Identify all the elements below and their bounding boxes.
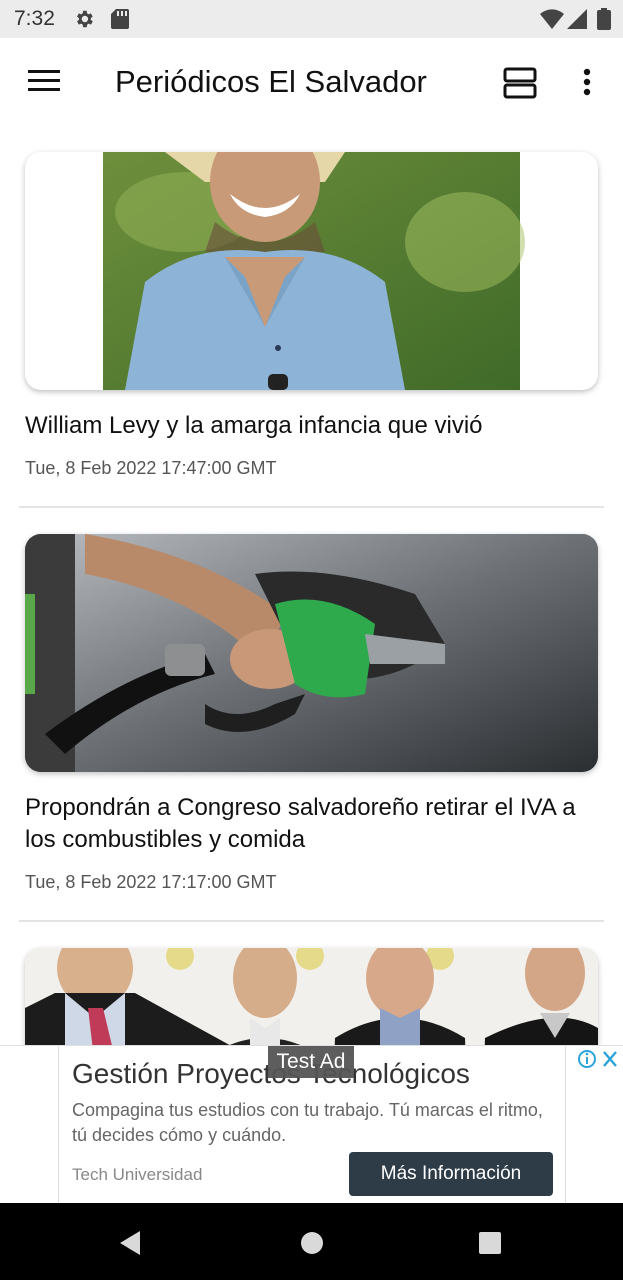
menu-icon[interactable] [28,68,60,99]
article-image[interactable] [25,152,598,390]
article-headline[interactable]: William Levy y la amarga infancia que vi… [25,410,600,442]
ad-choices-icon[interactable] [577,1049,621,1074]
article-date: Tue, 8 Feb 2022 17:17:00 GMT [25,872,277,892]
home-icon[interactable] [300,1231,324,1260]
divider [19,506,604,508]
app-bar: Periódicos El Salvador [0,38,623,130]
back-icon[interactable] [118,1230,142,1261]
test-ad-label: Test Ad [268,1046,354,1078]
divider [19,920,604,922]
app-title: Periódicos El Salvador [115,64,427,99]
recents-icon[interactable] [479,1232,501,1259]
article-image[interactable] [25,948,598,1045]
ad-description: Compagina tus estudios con tu trabajo. T… [72,1100,543,1145]
news-feed[interactable]: William Levy y la amarga infancia que vi… [0,130,623,1045]
signal-icon [566,8,588,35]
wifi-icon [540,8,564,35]
status-bar: 7:32 [0,0,623,38]
status-time: 7:32 [14,7,55,30]
sd-card-icon [110,8,130,35]
ad-advertiser: Tech Universidad [72,1165,203,1184]
view-toggle-icon[interactable] [503,67,537,104]
battery-icon [597,8,611,35]
article-date: Tue, 8 Feb 2022 17:47:00 GMT [25,458,277,478]
system-nav-bar [0,1203,623,1280]
more-vert-icon[interactable] [582,68,592,101]
article-headline[interactable]: Propondrán a Congreso salvadoreño retira… [25,792,600,856]
ad-banner[interactable]: Gestión Proyectos Tecnológicos Compagina… [0,1045,623,1204]
article-image[interactable] [25,534,598,772]
ad-cta-button[interactable]: Más Información [349,1152,553,1196]
settings-icon [73,8,95,35]
